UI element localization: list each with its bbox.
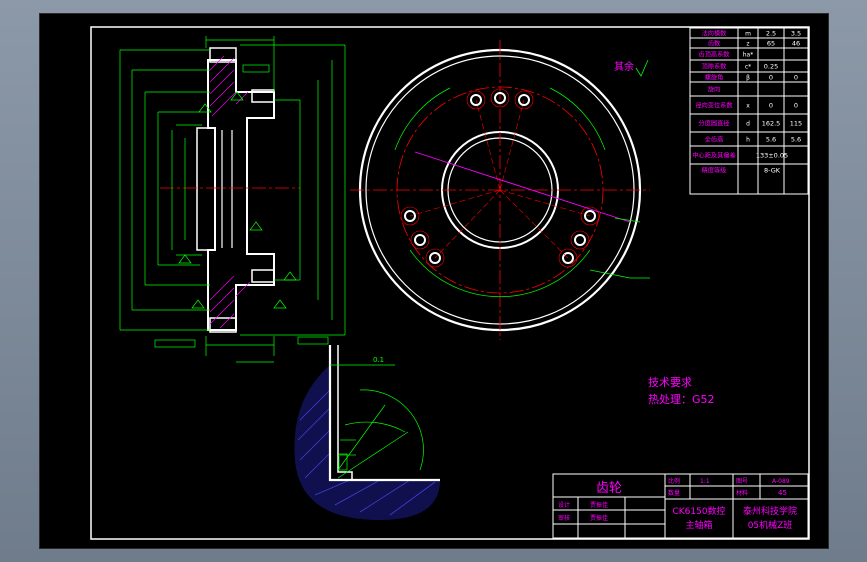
assembly-name-line2: 主轴箱 xyxy=(685,519,712,531)
designer-label: 设计 xyxy=(558,501,570,509)
checker-name: 贾振佳 xyxy=(590,514,608,522)
tech-requirements-title: 技术要求 xyxy=(648,376,692,389)
param-label: 分度圆直径 xyxy=(699,120,730,128)
param-value: 2.5 xyxy=(766,30,776,38)
param-symbol: d xyxy=(746,121,750,128)
section-view xyxy=(119,36,346,363)
param-value: 0 xyxy=(769,102,773,110)
param-label: 径向变位系数 xyxy=(695,102,733,110)
param-value: 133±0.05 xyxy=(756,152,788,160)
param-label: 旋向 xyxy=(708,86,720,94)
param-symbol: ha* xyxy=(743,52,753,59)
cad-drawing: 法向模数 m 2.5 3.5 齿数 z 65 46 齿顶高系数 ha* 顶隙系数 c* 0.25 螺旋角 β… xyxy=(90,26,810,540)
drawing-frame: 法向模数 m 2.5 3.5 齿数 z 65 46 齿顶高系数 ha* 顶隙系数 c* 0.25 螺旋角 β… xyxy=(40,14,828,548)
front-view xyxy=(350,40,650,340)
param-value: 0 xyxy=(769,74,773,82)
param-label: 齿顶高系数 xyxy=(699,51,731,59)
param-label: 顶隙系数 xyxy=(702,63,728,71)
part-name: 齿轮 xyxy=(596,481,622,496)
param-symbol: β xyxy=(746,75,750,82)
param-symbol: m xyxy=(745,31,751,38)
param-value: 0 xyxy=(794,74,798,82)
param-symbol: h xyxy=(746,137,750,144)
drawing-no-label: 图号 xyxy=(736,478,748,485)
param-label: 全齿高 xyxy=(705,136,724,144)
checker-label: 审核 xyxy=(558,514,570,522)
rest-roughness-label: 其余 xyxy=(614,60,634,73)
detail-view xyxy=(294,345,440,520)
param-value: 3.5 xyxy=(791,30,801,38)
scale-label: 比例 xyxy=(668,477,680,485)
section-dimension-label: 0.1 xyxy=(373,356,384,364)
param-value: 8-GK xyxy=(764,167,781,175)
param-value: 0.25 xyxy=(764,63,778,71)
param-label: 齿数 xyxy=(708,40,721,48)
param-value: 0 xyxy=(794,102,798,110)
drawing-no: A-089 xyxy=(772,478,790,485)
param-label: 法向模数 xyxy=(702,30,728,38)
param-value: 65 xyxy=(767,40,775,48)
school-name: 泰州科技学院 xyxy=(743,505,797,517)
scale-value: 1:1 xyxy=(700,478,710,485)
param-value: 115 xyxy=(790,120,802,128)
param-value: 5.6 xyxy=(791,136,801,144)
param-symbol: x xyxy=(746,103,750,110)
class-name: 05机械Z班 xyxy=(748,519,793,531)
designer-name: 贾振佳 xyxy=(590,501,608,509)
param-symbol: z xyxy=(746,41,749,48)
param-value: 5.6 xyxy=(766,136,776,144)
material-value: 45 xyxy=(778,489,787,497)
param-label: 中心距及其偏差 xyxy=(692,152,735,160)
material-label: 材料 xyxy=(736,489,748,497)
param-value: 162.5 xyxy=(762,120,781,128)
param-value: 46 xyxy=(792,40,800,48)
param-label: 精度等级 xyxy=(702,167,727,175)
heat-treatment-note: 热处理：G52 xyxy=(648,393,715,406)
quantity-label: 数量 xyxy=(668,489,680,497)
param-label: 螺旋角 xyxy=(705,74,724,82)
assembly-name-line1: CK6150数控 xyxy=(672,505,725,517)
param-symbol: c* xyxy=(745,64,751,71)
